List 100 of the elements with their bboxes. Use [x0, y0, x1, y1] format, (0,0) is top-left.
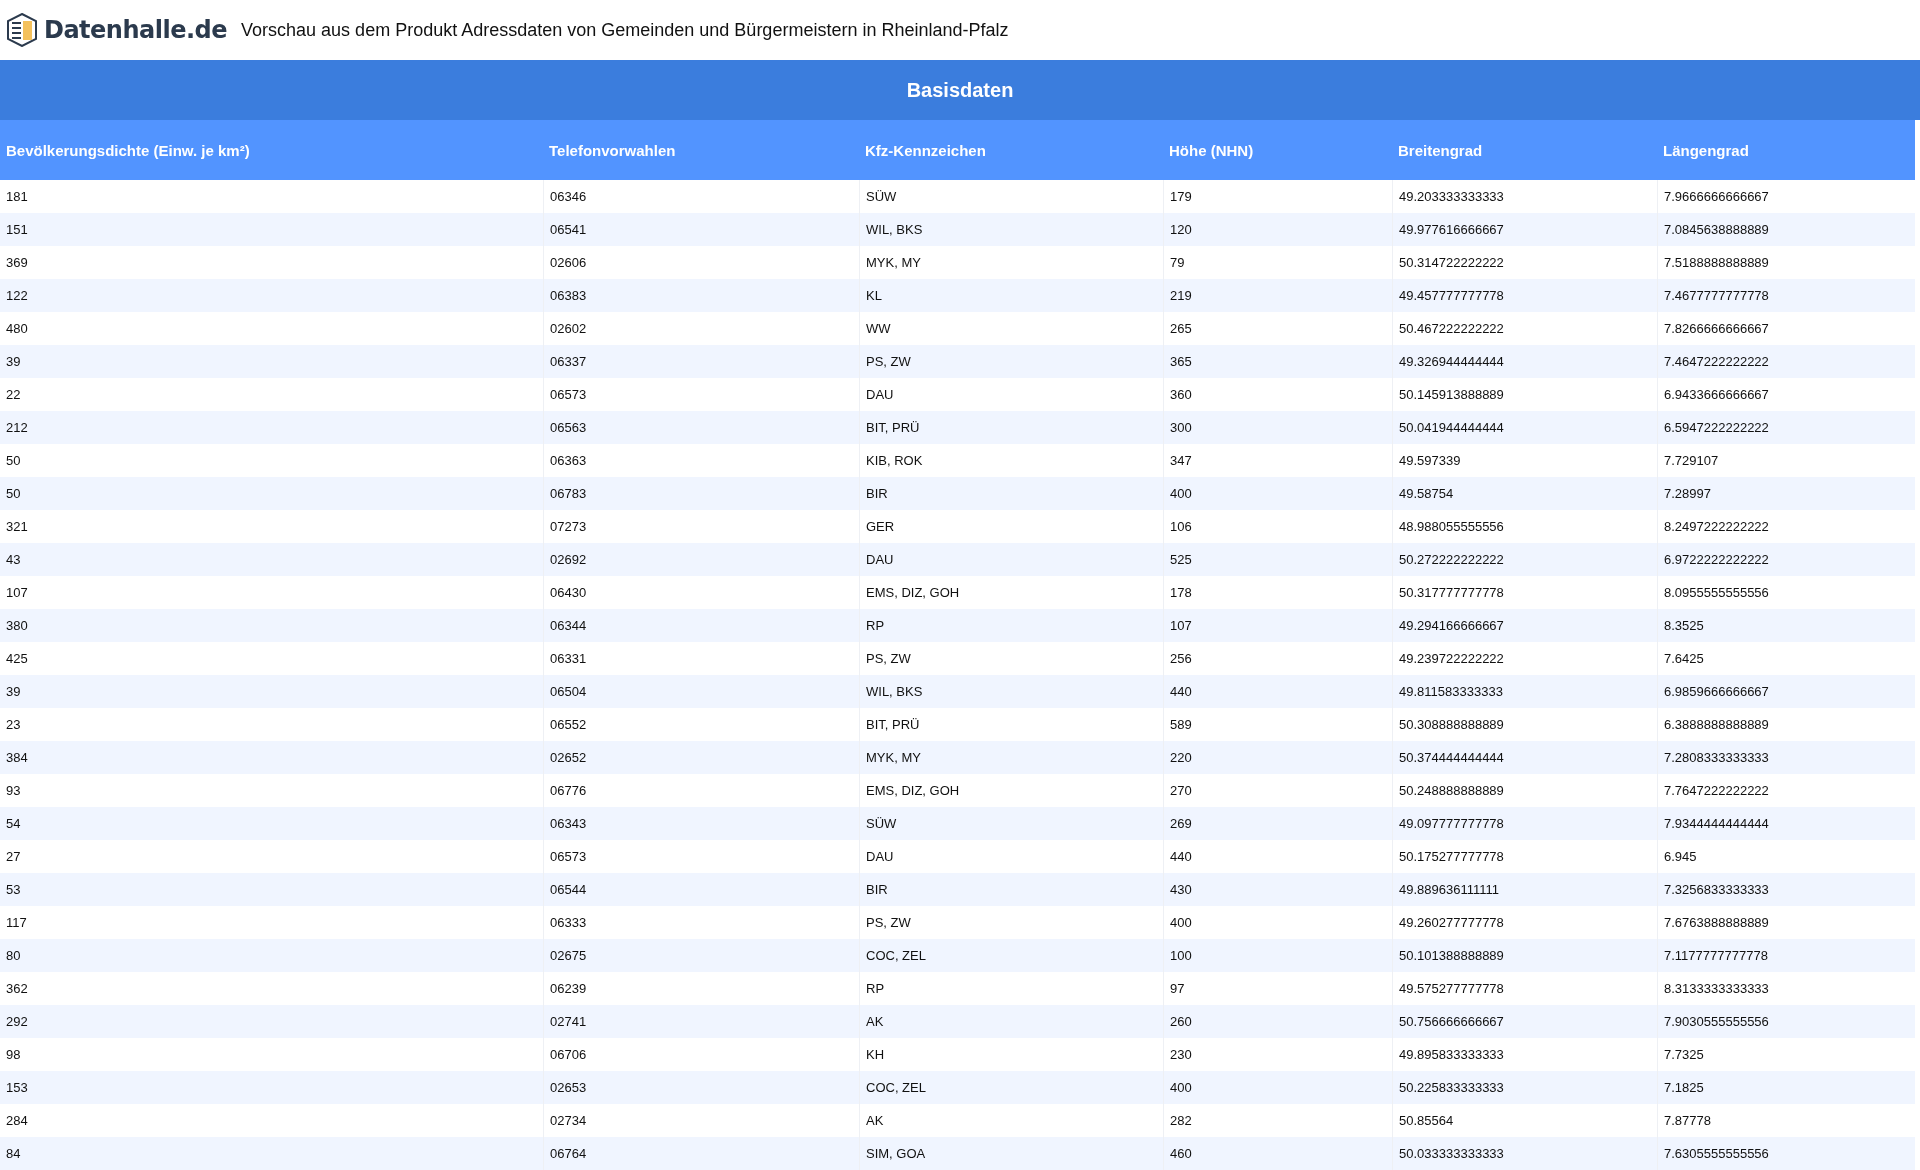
column-header: Breitengrad — [1392, 120, 1657, 180]
table-cell: SÜW — [859, 807, 1163, 840]
table-cell: 06563 — [543, 411, 859, 444]
table-cell: MYK, MY — [859, 741, 1163, 774]
table-cell: DAU — [859, 543, 1163, 576]
table-cell: WIL, BKS — [859, 675, 1163, 708]
table-cell-text: 284 — [5, 1112, 29, 1130]
table-cell-text: 27 — [5, 848, 22, 866]
table-cell: COC, ZEL — [859, 939, 1163, 972]
table-cell: 06544 — [543, 873, 859, 906]
table-cell-text: 50 — [5, 452, 22, 470]
table-cell: 7.28997 — [1657, 477, 1915, 510]
column-header: Telefonvorwahlen — [543, 120, 859, 180]
table-cell: COC, ZEL — [859, 1071, 1163, 1104]
table-cell: 49.811583333333 — [1392, 675, 1657, 708]
table-cell: 80 — [0, 939, 543, 972]
table-cell: 100 — [1163, 939, 1392, 972]
table-cell: 06764 — [543, 1137, 859, 1170]
table-cell: 220 — [1163, 741, 1392, 774]
table-cell: 43 — [0, 543, 543, 576]
table-cell: 7.4677777777778 — [1657, 279, 1915, 312]
table-cell-text: 93 — [5, 782, 22, 800]
table-cell: 440 — [1163, 675, 1392, 708]
table-cell: 107 — [1163, 609, 1392, 642]
table-cell: 460 — [1163, 1137, 1392, 1170]
table-cell: 39 — [0, 675, 543, 708]
table-cell: 212 — [0, 411, 543, 444]
table-cell: 54 — [0, 807, 543, 840]
table-cell: 50.756666666667 — [1392, 1005, 1657, 1038]
table-cell: 7.1177777777778 — [1657, 939, 1915, 972]
table-cell: KL — [859, 279, 1163, 312]
table-cell: 7.2808333333333 — [1657, 741, 1915, 774]
table-cell: 50.101388888889 — [1392, 939, 1657, 972]
table-cell: 49.58754 — [1392, 477, 1657, 510]
table-cell: 02692 — [543, 543, 859, 576]
table-cell: 06504 — [543, 675, 859, 708]
column-header: Längengrad — [1657, 120, 1915, 180]
table-cell-text: 98 — [5, 1046, 22, 1064]
table-cell-text: 117 — [5, 914, 28, 932]
table-cell: 7.3256833333333 — [1657, 873, 1915, 906]
table-cell: 50 — [0, 477, 543, 510]
table-cell: BIR — [859, 873, 1163, 906]
table-cell: 122 — [0, 279, 543, 312]
table-cell: 49.326944444444 — [1392, 345, 1657, 378]
table-cell: 49.097777777778 — [1392, 807, 1657, 840]
table-cell: 7.9344444444444 — [1657, 807, 1915, 840]
table-cell-text: 107 — [5, 584, 29, 602]
table-caption: Basisdaten — [0, 60, 1920, 120]
table-cell: 292 — [0, 1005, 543, 1038]
table-cell-text: 321 — [5, 518, 29, 536]
column-header: Bevölkerungsdichte (Einw. je km²) — [0, 120, 543, 180]
table-cell: 50.225833333333 — [1392, 1071, 1657, 1104]
table-cell: 53 — [0, 873, 543, 906]
table-cell: 151 — [0, 213, 543, 246]
table-cell: 50.033333333333 — [1392, 1137, 1657, 1170]
table-cell: WIL, BKS — [859, 213, 1163, 246]
table-cell: 06383 — [543, 279, 859, 312]
table-cell: 525 — [1163, 543, 1392, 576]
table-cell: 300 — [1163, 411, 1392, 444]
table-cell: 400 — [1163, 477, 1392, 510]
table-cell-text: 362 — [5, 980, 29, 998]
table-cell: BIT, PRÜ — [859, 411, 1163, 444]
table-cell: 49.294166666667 — [1392, 609, 1657, 642]
table-cell: 06344 — [543, 609, 859, 642]
table-cell: 219 — [1163, 279, 1392, 312]
table-cell-text: 22 — [5, 386, 22, 404]
table-cell: 153 — [0, 1071, 543, 1104]
table-cell: 06337 — [543, 345, 859, 378]
logo-icon — [6, 13, 38, 47]
table-cell: 02741 — [543, 1005, 859, 1038]
table-cell: 02652 — [543, 741, 859, 774]
table-cell: SIM, GOA — [859, 1137, 1163, 1170]
table-cell: 06343 — [543, 807, 859, 840]
table-cell-text: 369 — [5, 254, 29, 272]
table-cell: 7.0845638888889 — [1657, 213, 1915, 246]
table-cell: 400 — [1163, 1071, 1392, 1104]
table-cell: 02653 — [543, 1071, 859, 1104]
table-cell: 49.889636111111 — [1392, 873, 1657, 906]
table-cell: 7.6305555555556 — [1657, 1137, 1915, 1170]
table-cell: 50.272222222222 — [1392, 543, 1657, 576]
logo-text[interactable]: Datenhalle.de — [44, 16, 228, 44]
table-cell: 7.4647222222222 — [1657, 345, 1915, 378]
table-cell: 6.9859666666667 — [1657, 675, 1915, 708]
table-cell: 39 — [0, 345, 543, 378]
table-cell: 02675 — [543, 939, 859, 972]
table-cell: 6.5947222222222 — [1657, 411, 1915, 444]
table-cell: 384 — [0, 741, 543, 774]
table-cell: BIR — [859, 477, 1163, 510]
column-header: Höhe (NHN) — [1163, 120, 1392, 180]
table-cell-text: 23 — [5, 716, 22, 734]
table-cell: 50.374444444444 — [1392, 741, 1657, 774]
table-cell: 269 — [1163, 807, 1392, 840]
table-cell-text: 480 — [5, 320, 29, 338]
table-cell: 7.9030555555556 — [1657, 1005, 1915, 1038]
table-cell: 49.977616666667 — [1392, 213, 1657, 246]
page-title: Vorschau aus dem Produkt Adressdaten von Gemeinden und Bürgermeistern in Rheinland-Pfalz — [241, 19, 1009, 41]
table-cell-text: 181 — [5, 188, 29, 206]
column-header: Kfz-Kennzeichen — [859, 120, 1163, 180]
table-cell-text: 425 — [5, 650, 29, 668]
table-cell: 260 — [1163, 1005, 1392, 1038]
